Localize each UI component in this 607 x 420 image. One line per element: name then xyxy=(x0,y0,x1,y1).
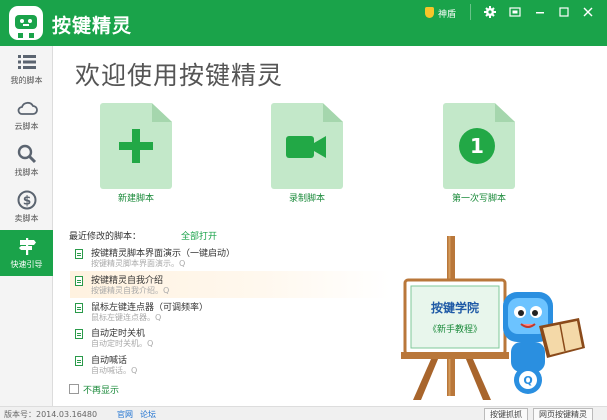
signpost-icon xyxy=(16,236,38,256)
list-item[interactable]: 按键精灵自我介绍 按键精灵自我介绍。Q xyxy=(70,271,390,298)
title-bar: 按键精灵 神盾 xyxy=(0,0,607,46)
sidebar-item-label: 云脚本 xyxy=(14,122,39,131)
script-desc: 鼠标左键连点器。Q xyxy=(91,313,162,322)
welcome-heading: 欢迎使用按键精灵 xyxy=(75,61,284,90)
sidebar-item-label: 我的脚本 xyxy=(10,76,43,85)
no-show-checkbox[interactable] xyxy=(69,384,79,394)
web-anjian-button[interactable]: 网页按键精灵 xyxy=(533,408,593,420)
script-desc: 按键精灵脚本界面演示。Q xyxy=(91,259,186,268)
svg-text:Q: Q xyxy=(523,374,532,387)
script-desc: 自动喊话。Q xyxy=(91,366,138,375)
script-file-icon xyxy=(75,249,83,259)
shield-icon[interactable] xyxy=(425,7,434,18)
script-desc: 自动定时关机。Q xyxy=(91,339,154,348)
open-all-link[interactable]: 全部打开 xyxy=(181,229,217,242)
easel-illustration[interactable]: 按键学院 《新手教程》 Q xyxy=(395,230,605,406)
new-script-card[interactable] xyxy=(100,103,172,189)
maximize-icon[interactable] xyxy=(554,3,574,21)
script-file-icon xyxy=(75,329,83,339)
easel-title: 按键学院 xyxy=(431,300,479,315)
script-desc: 按键精灵自我介绍。Q xyxy=(91,286,170,295)
number-one-badge: 1 xyxy=(470,134,484,158)
new-script-label[interactable]: 新建脚本 xyxy=(86,191,186,204)
dollar-icon: $ xyxy=(16,190,38,210)
official-site-link[interactable]: 官网 xyxy=(117,409,133,420)
video-camera-icon xyxy=(286,136,326,158)
script-file-icon xyxy=(75,276,83,286)
no-show-label[interactable]: 不再显示 xyxy=(83,383,119,396)
sidebar-item-label: 快速引导 xyxy=(10,260,43,269)
easel-icon xyxy=(401,236,509,400)
sidebar-item-my-scripts[interactable]: 我的脚本 xyxy=(0,46,53,92)
list-item[interactable]: 鼠标左键连点器（可调频率） 鼠标左键连点器。Q xyxy=(70,298,390,325)
first-script-card[interactable]: 1 xyxy=(443,103,515,189)
record-script-label[interactable]: 录制脚本 xyxy=(257,191,357,204)
list-item[interactable]: 按键精灵脚本界面演示（一键启动） 按键精灵脚本界面演示。Q xyxy=(70,244,390,271)
status-bar: 版本号：2014.03.16480 官网 论坛 按键抓抓 网页按键精灵 xyxy=(0,406,607,420)
script-file-icon xyxy=(75,303,83,313)
cloud-icon xyxy=(16,98,38,118)
sidebar-item-cloud-scripts[interactable]: 云脚本 xyxy=(0,92,53,138)
sidebar-item-label: 找脚本 xyxy=(14,168,39,177)
settings-gear-icon[interactable] xyxy=(480,3,500,21)
version-text: 版本号：2014.03.16480 xyxy=(4,410,98,419)
script-file-icon xyxy=(75,356,83,366)
shield-label[interactable]: 神盾 xyxy=(438,7,456,20)
easel-subtitle: 《新手教程》 xyxy=(428,323,482,335)
number-one-icon: 1 xyxy=(459,128,495,164)
minimize-icon[interactable] xyxy=(530,3,550,21)
app-title: 按键精灵 xyxy=(52,15,133,37)
robot-mascot-icon: Q xyxy=(503,292,585,394)
record-script-card[interactable] xyxy=(271,103,343,189)
list-item[interactable]: 自动喊话 自动喊话。Q xyxy=(70,351,390,378)
sidebar: 我的脚本 云脚本 找脚本 $ 卖脚本 快速引导 xyxy=(0,46,53,406)
titlebar-divider xyxy=(470,4,471,20)
sidebar-item-sell-scripts[interactable]: $ 卖脚本 xyxy=(0,184,53,230)
sidebar-item-find-scripts[interactable]: 找脚本 xyxy=(0,138,53,184)
skin-window-icon[interactable] xyxy=(505,3,525,21)
search-icon xyxy=(16,144,38,164)
first-script-label[interactable]: 第一次写脚本 xyxy=(429,191,529,204)
plus-icon xyxy=(119,129,153,163)
recent-scripts-title: 最近修改的脚本： xyxy=(69,232,142,242)
list-item[interactable]: 自动定时关机 自动定时关机。Q xyxy=(70,324,390,351)
grab-tool-button[interactable]: 按键抓抓 xyxy=(484,408,528,420)
close-icon[interactable] xyxy=(578,3,598,21)
robot-logo-icon xyxy=(9,6,43,40)
sidebar-item-quick-guide[interactable]: 快速引导 xyxy=(0,230,53,276)
sidebar-item-label: 卖脚本 xyxy=(14,214,39,223)
svg-text:$: $ xyxy=(23,194,31,208)
forum-link[interactable]: 论坛 xyxy=(140,409,156,420)
list-icon xyxy=(16,52,38,72)
